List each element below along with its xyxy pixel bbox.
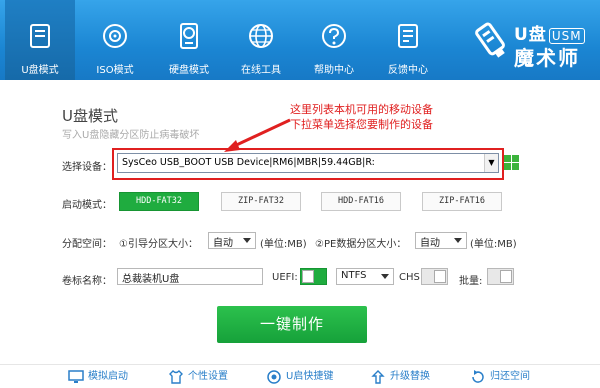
- boot-mode-zip-fat16[interactable]: ZIP-FAT16: [422, 192, 502, 211]
- usb-drive-icon: [30, 24, 50, 48]
- tab-online-tools[interactable]: 在线工具: [226, 0, 296, 80]
- tab-feedback-center[interactable]: 反馈中心: [373, 0, 443, 80]
- annotation-line-1: 这里列表本机可用的移动设备: [290, 103, 433, 116]
- page-subtitle: 写入U盘隐藏分区防止病毒破坏: [62, 130, 200, 141]
- bottom-item-label: U启快捷键: [286, 371, 334, 382]
- tab-hdd-mode[interactable]: 硬盘模式: [154, 0, 224, 80]
- boot-mode-hdd-fat16[interactable]: HDD-FAT16: [321, 192, 401, 211]
- volume-label: 卷标名称：: [62, 276, 112, 287]
- boot-mode-zip-fat32[interactable]: ZIP-FAT32: [221, 192, 301, 211]
- app-logo: U盘 USM 魔术师: [470, 14, 592, 70]
- toggle-knob: [500, 270, 512, 283]
- uefi-label: UEFI:: [272, 272, 298, 283]
- bottom-item-label: 模拟启动: [88, 371, 128, 382]
- help-icon: [322, 24, 346, 48]
- chs-toggle[interactable]: [421, 268, 448, 285]
- partition1-select-value: 自动: [213, 238, 233, 249]
- tab-label: 在线工具: [241, 65, 281, 76]
- partition-label: 分配空间：: [62, 239, 112, 250]
- feedback-icon: [398, 24, 418, 48]
- bottom-item-label: 归还空间: [490, 371, 530, 382]
- hard-disk-icon: [180, 23, 198, 49]
- one-click-make-button[interactable]: 一键制作: [217, 306, 367, 343]
- tab-label: ISO模式: [96, 65, 134, 76]
- tab-help-center[interactable]: 帮助中心: [299, 0, 369, 80]
- partition1-select[interactable]: 自动: [208, 232, 256, 249]
- upgrade-icon: [371, 370, 385, 384]
- batch-label: 批量:: [459, 276, 483, 287]
- chs-label: CHS:: [399, 272, 424, 283]
- monitor-icon: [68, 370, 84, 383]
- partition2-unit: (单位:MB): [470, 239, 517, 250]
- disc-icon: [103, 24, 127, 48]
- shirt-icon: [169, 370, 183, 384]
- bottom-item-label: 升级替换: [390, 371, 430, 382]
- restore-icon: [472, 370, 484, 383]
- toggle-knob: [434, 270, 446, 283]
- partition1-label: ①引导分区大小：: [119, 239, 198, 250]
- target-icon: [267, 370, 281, 384]
- toggle-knob: [302, 270, 314, 283]
- logo-mark-icon: [475, 22, 505, 58]
- device-select[interactable]: SysCeo USB_BOOT USB Device|RM6|MBR|59.44…: [117, 153, 499, 173]
- device-select-value: SysCeo USB_BOOT USB Device|RM6|MBR|59.44…: [122, 157, 375, 168]
- filesystem-select-value: NTFS: [341, 270, 367, 281]
- filesystem-select[interactable]: NTFS: [336, 268, 394, 285]
- annotation-line-2: 下拉菜单选择您要制作的设备: [290, 118, 433, 131]
- boot-mode-label: 启动模式：: [62, 200, 112, 211]
- top-toolbar: U盘模式 ISO模式 硬盘模式 在线工具 帮助中心 反馈中心 U盘 USM 魔术师: [0, 0, 600, 80]
- partition1-unit: (单位:MB): [260, 239, 307, 250]
- annotation-text: 这里列表本机可用的移动设备 下拉菜单选择您要制作的设备: [290, 102, 510, 132]
- caret-down-icon: [454, 238, 462, 243]
- batch-toggle[interactable]: [487, 268, 514, 285]
- tab-iso-mode[interactable]: ISO模式: [80, 0, 150, 80]
- bottom-toolbar: 模拟启动 个性设置 U启快捷键 升级替换 归还空间: [0, 364, 600, 388]
- device-label: 选择设备：: [62, 162, 112, 173]
- page-title: U盘模式: [62, 107, 118, 125]
- boot-mode-hdd-fat32[interactable]: HDD-FAT32: [119, 192, 199, 211]
- caret-down-icon: [243, 238, 251, 243]
- partition2-select[interactable]: 自动: [415, 232, 467, 249]
- grid-icon[interactable]: [504, 155, 520, 171]
- partition2-label: ②PE数据分区大小：: [315, 239, 407, 250]
- partition2-select-value: 自动: [420, 238, 440, 249]
- tab-label: 帮助中心: [314, 65, 354, 76]
- tab-label: U盘模式: [21, 65, 59, 76]
- globe-icon: [249, 24, 273, 48]
- caret-down-icon: [381, 274, 389, 279]
- uefi-toggle[interactable]: [300, 268, 327, 285]
- volume-name-input[interactable]: 总裁装机U盘: [117, 268, 263, 285]
- tab-usb-mode[interactable]: U盘模式: [5, 0, 75, 80]
- tab-label: 反馈中心: [388, 65, 428, 76]
- logo-text-bottom: 魔术师: [514, 46, 580, 70]
- chevron-down-icon[interactable]: ▼: [484, 154, 498, 172]
- bottom-item-label: 个性设置: [188, 371, 228, 382]
- tab-label: 硬盘模式: [169, 65, 209, 76]
